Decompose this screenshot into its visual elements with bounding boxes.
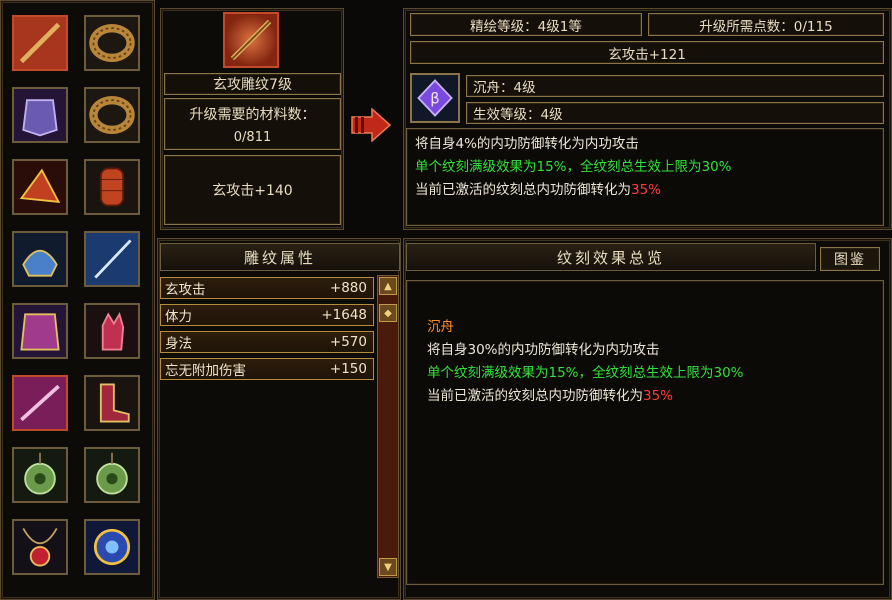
overview-title: 纹刻效果总览 xyxy=(406,243,816,271)
attribute-name: 身法 xyxy=(165,336,192,352)
points-text: 升级所需点数：0/115 xyxy=(648,13,884,36)
attributes-title: 雕纹属性 xyxy=(160,243,400,271)
boots-icon[interactable] xyxy=(84,375,140,431)
scroll-down-button[interactable]: ▼ xyxy=(379,558,397,576)
attribute-value: +570 xyxy=(329,334,367,350)
effect-level: 生效等级：4级 xyxy=(466,102,884,124)
jade-pendant-icon[interactable] xyxy=(12,447,68,503)
dagger-icon[interactable] xyxy=(12,375,68,431)
material-label: 升级需要的材料数： xyxy=(189,106,316,123)
attribute-name: 忘无附加伤害 xyxy=(165,363,246,379)
desc-line-3-prefix: 当前已激活的纹刻总内功防御转化为 xyxy=(415,182,631,198)
glove-icon[interactable] xyxy=(84,303,140,359)
attributes-scrollbar[interactable]: ▲ ◆ ▼ xyxy=(377,275,399,578)
level-text: 精绘等级：4级1等 xyxy=(410,13,642,36)
overview-line-2: 单个纹刻满级效果为15%，全纹刻总生效上限为30% xyxy=(427,365,744,381)
rune-icon[interactable]: β xyxy=(410,73,460,123)
weapon-icon[interactable] xyxy=(12,15,68,71)
overview-content: 沉舟 将自身30%的内功防御转化为内功攻击 单个纹刻满级效果为15%，全纹刻总生… xyxy=(406,280,884,585)
jade-pendant-icon[interactable] xyxy=(84,447,140,503)
upgrade-arrow-icon xyxy=(350,107,392,143)
ring-icon[interactable] xyxy=(84,15,140,71)
amulet-icon[interactable] xyxy=(84,519,140,575)
bonus-text: 玄攻击+121 xyxy=(410,41,884,64)
desc-line-3: 当前已激活的纹刻总内功防御转化为35% xyxy=(415,179,875,202)
helmet-icon[interactable] xyxy=(12,231,68,287)
attribute-name: 体力 xyxy=(165,309,192,325)
attribute-value: +880 xyxy=(329,280,367,296)
svg-text:β: β xyxy=(430,91,439,108)
attribute-row: 身法 +570 xyxy=(160,331,374,353)
ring-icon[interactable] xyxy=(84,87,140,143)
scroll-up-button[interactable]: ▲ xyxy=(379,277,397,295)
overview-line-3: 当前已激活的纹刻总内功防御转化为35% xyxy=(427,385,875,408)
shoulder-icon[interactable] xyxy=(12,159,68,215)
bracer-icon[interactable] xyxy=(84,159,140,215)
engrave-stat: 玄攻击+140 xyxy=(164,155,341,225)
engrave-weapon-icon[interactable] xyxy=(223,12,279,68)
attribute-row: 忘无附加伤害 +150 xyxy=(160,358,374,380)
armor-icon[interactable] xyxy=(12,87,68,143)
overview-line-3-prefix: 当前已激活的纹刻总内功防御转化为 xyxy=(427,388,643,404)
material-box: 升级需要的材料数： 0/811 xyxy=(164,98,341,150)
attribute-row: 体力 +1648 xyxy=(160,304,374,326)
scroll-thumb[interactable]: ◆ xyxy=(379,304,397,322)
desc-line-2: 单个纹刻满级效果为15%，全纹刻总生效上限为30% xyxy=(415,159,732,175)
upgrade-description: 将自身4%的内功防御转化为内功攻击 单个纹刻满级效果为15%，全纹刻总生效上限为… xyxy=(406,128,884,226)
codex-button[interactable]: 图鉴 xyxy=(820,247,880,271)
rune-name: 沉舟：4级 xyxy=(466,75,884,97)
cape-icon[interactable] xyxy=(12,303,68,359)
attribute-value: +150 xyxy=(329,361,367,377)
attribute-value: +1648 xyxy=(321,307,367,323)
desc-line-1: 将自身4%的内功防御转化为内功攻击 xyxy=(415,136,639,152)
engrave-name: 玄攻雕纹7级 xyxy=(164,73,341,95)
blade-icon[interactable] xyxy=(84,231,140,287)
attribute-name: 玄攻击 xyxy=(165,282,206,298)
desc-line-3-value: 35% xyxy=(631,182,662,198)
overview-line-1: 将自身30%的内功防御转化为内功攻击 xyxy=(427,342,660,358)
necklace-icon[interactable] xyxy=(12,519,68,575)
overview-rune-name: 沉舟 xyxy=(427,319,454,335)
attribute-row: 玄攻击 +880 xyxy=(160,277,374,299)
overview-line-3-value: 35% xyxy=(643,388,674,404)
material-value: 0/811 xyxy=(233,129,272,145)
